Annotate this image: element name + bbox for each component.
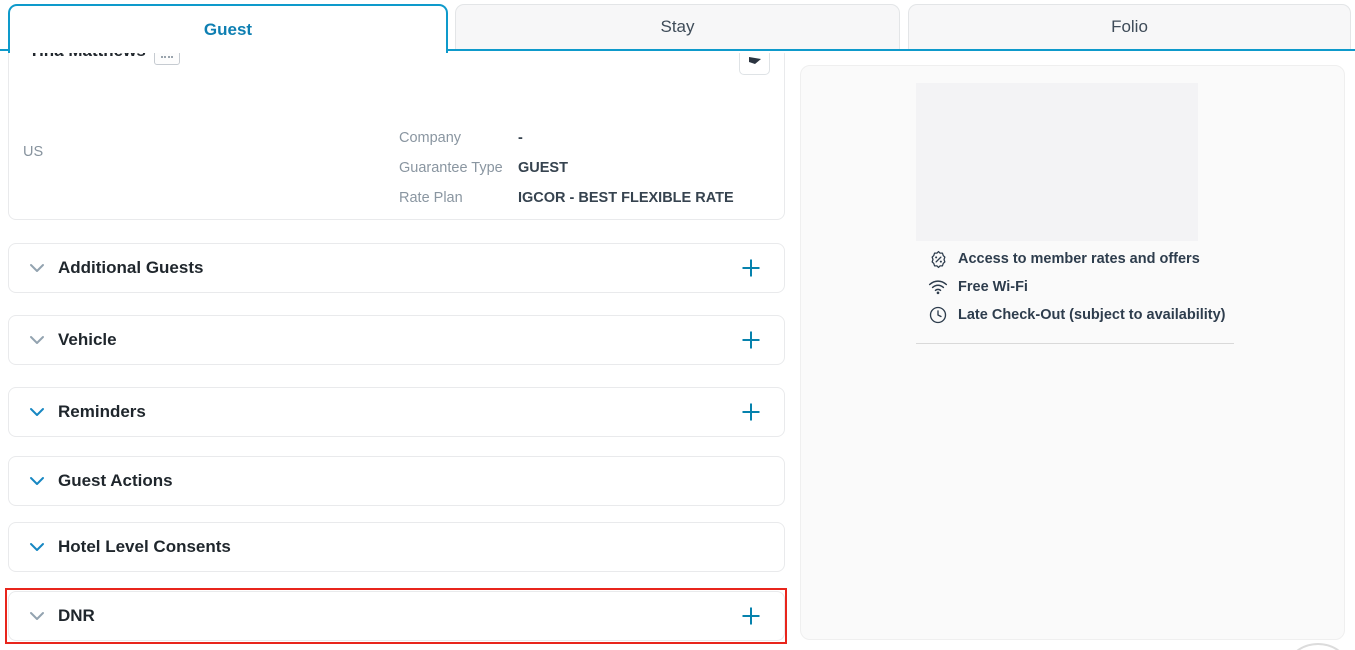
chevron-down-icon xyxy=(29,476,45,486)
chevron-down-icon xyxy=(29,542,45,552)
tab-label: Stay xyxy=(660,17,694,37)
section-title: DNR xyxy=(58,606,95,626)
section-title: Hotel Level Consents xyxy=(58,537,231,557)
add-dnr-button[interactable] xyxy=(738,603,764,629)
chevron-down-icon xyxy=(29,335,45,345)
list-item: Free Wi-Fi xyxy=(927,273,1226,301)
benefit-label: Access to member rates and offers xyxy=(958,251,1200,267)
floating-action-button[interactable] xyxy=(1282,643,1354,650)
field-company: Company - xyxy=(399,130,523,146)
add-reminder-button[interactable] xyxy=(738,399,764,425)
field-label: Company xyxy=(399,130,518,146)
membership-panel: Access to member rates and offers Free W… xyxy=(800,65,1345,640)
clock-icon xyxy=(927,306,949,324)
list-item: Access to member rates and offers xyxy=(927,245,1226,273)
section-guest-actions[interactable]: Guest Actions xyxy=(8,456,785,506)
chevron-down-icon xyxy=(29,611,45,621)
tab-stay[interactable]: Stay xyxy=(455,4,900,49)
section-hotel-level-consents[interactable]: Hotel Level Consents xyxy=(8,522,785,572)
add-vehicle-button[interactable] xyxy=(738,327,764,353)
field-rate-plan: Rate Plan IGCOR - BEST FLEXIBLE RATE xyxy=(399,190,734,206)
section-title: Additional Guests xyxy=(58,258,203,278)
list-item: Late Check-Out (subject to availability) xyxy=(927,301,1226,329)
field-guarantee-type: Guarantee Type GUEST xyxy=(399,160,568,176)
add-additional-guest-button[interactable] xyxy=(738,255,764,281)
wifi-icon xyxy=(927,279,949,295)
section-vehicle[interactable]: Vehicle xyxy=(8,315,785,365)
membership-image-placeholder xyxy=(916,83,1198,241)
divider xyxy=(916,343,1234,344)
tab-label: Guest xyxy=(204,20,252,40)
field-value: GUEST xyxy=(518,160,568,176)
flag-icon xyxy=(748,55,762,67)
field-label: Rate Plan xyxy=(399,190,518,206)
guest-country: US xyxy=(23,144,43,160)
tab-label: Folio xyxy=(1111,17,1148,37)
benefit-label: Late Check-Out (subject to availability) xyxy=(958,307,1226,323)
tab-bar: Stay Folio Guest xyxy=(0,0,1355,53)
section-reminders[interactable]: Reminders xyxy=(8,387,785,437)
section-additional-guests[interactable]: Additional Guests xyxy=(8,243,785,293)
reservation-screen: Tina Matthews US Company - Guarantee Typ… xyxy=(0,0,1355,650)
chevron-down-icon xyxy=(29,407,45,417)
benefit-label: Free Wi-Fi xyxy=(958,279,1028,295)
discount-badge-icon xyxy=(927,250,949,269)
benefits-list: Access to member rates and offers Free W… xyxy=(927,245,1226,329)
section-dnr[interactable]: DNR xyxy=(8,591,785,641)
tag-icon xyxy=(161,56,173,60)
tab-guest[interactable]: Guest xyxy=(8,4,448,53)
section-title: Reminders xyxy=(58,402,146,422)
field-label: Guarantee Type xyxy=(399,160,518,176)
chevron-down-icon xyxy=(29,263,45,273)
field-value: IGCOR - BEST FLEXIBLE RATE xyxy=(518,190,734,206)
section-title: Vehicle xyxy=(58,330,117,350)
field-value: - xyxy=(518,130,523,146)
tab-folio[interactable]: Folio xyxy=(908,4,1351,49)
section-title: Guest Actions xyxy=(58,471,173,491)
